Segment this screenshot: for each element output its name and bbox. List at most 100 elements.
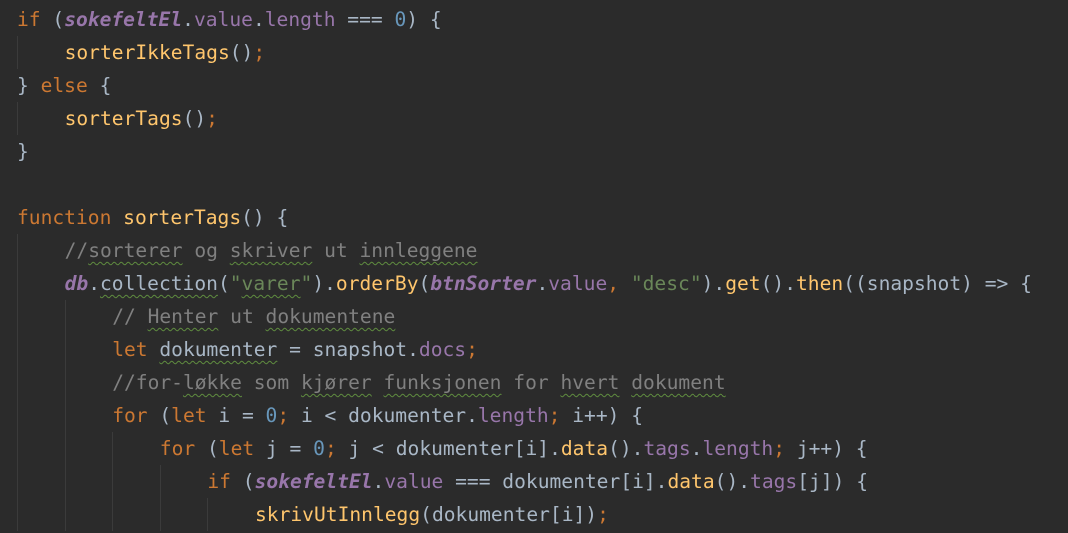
code-token: ).: [701, 272, 726, 295]
code-token: function: [17, 206, 112, 229]
code-token: orderBy: [335, 272, 419, 295]
code-token: (dokumenter[i]): [420, 503, 598, 526]
code-token: ((snapshot) => {: [843, 272, 1032, 295]
code-token: .: [536, 272, 549, 295]
code-token: collection: [99, 272, 218, 295]
code-token: (): [229, 41, 254, 64]
code-token: og: [182, 239, 230, 262]
code-token: hvert: [560, 371, 620, 394]
code-line[interactable]: for (let j = 0; j < dokumenter[i].data()…: [160, 432, 868, 465]
code-token: dokumenter: [159, 338, 278, 361]
code-line[interactable]: let dokumenter = snapshot.docs;: [112, 333, 478, 366]
code-token: ().: [608, 437, 644, 460]
code-token: .: [252, 8, 265, 31]
code-token: i < dokumenter.: [300, 404, 478, 427]
indent-guide: [17, 234, 18, 531]
code-token: data: [560, 437, 609, 460]
code-token: ut: [312, 239, 360, 262]
code-token: //: [112, 305, 148, 328]
code-token: ,: [607, 272, 631, 295]
indent-guide: [17, 36, 18, 69]
code-token: sokefeltEl: [64, 8, 183, 31]
code-token: j < dokumenter[i].: [348, 437, 561, 460]
code-token: (: [230, 470, 255, 493]
code-editor[interactable]: if (sokefeltEl.value.length === 0) {sort…: [0, 0, 1068, 533]
code-line[interactable]: if (sokefeltEl.value === dokumenter[i].d…: [207, 465, 868, 498]
code-token: varer: [241, 272, 301, 295]
code-line[interactable]: function sorterTags() {: [17, 201, 288, 234]
code-token: for: [112, 404, 148, 427]
code-token: for: [501, 371, 561, 394]
code-token: Henter: [147, 305, 219, 328]
code-token: btnSorter: [430, 272, 537, 295]
code-token: løkke: [182, 371, 242, 394]
code-line[interactable]: sorterTags();: [65, 102, 218, 135]
code-token: if: [17, 8, 41, 31]
code-token: [j]) {: [797, 470, 869, 493]
code-token: ;: [277, 404, 301, 427]
code-token: let: [218, 437, 255, 460]
code-token: tags: [643, 437, 691, 460]
code-token: ().: [714, 470, 751, 493]
code-token: dokumentene: [265, 305, 396, 328]
code-token: ;: [548, 404, 573, 427]
code-line[interactable]: //sorterer og skriver ut innleggene: [65, 234, 478, 267]
code-line[interactable]: for (let i = 0; i < dokumenter.length; i…: [112, 399, 643, 432]
code-token: === dokumenter[i].: [443, 470, 668, 493]
code-token: data: [667, 470, 715, 493]
code-token: 0: [265, 404, 278, 427]
code-line[interactable]: skrivUtInnlegg(dokumenter[i]);: [255, 498, 609, 531]
code-token: //for-: [112, 371, 183, 394]
code-token: (: [418, 272, 431, 295]
code-token: then: [796, 272, 844, 295]
code-line[interactable]: db.collection("varer").orderBy(btnSorter…: [65, 267, 1032, 300]
code-token: else: [40, 74, 88, 97]
code-token: dokument: [631, 371, 726, 394]
code-token: .: [372, 470, 385, 493]
code-line[interactable]: }: [17, 135, 29, 168]
code-token: i =: [206, 404, 266, 427]
code-token: ) {: [406, 8, 442, 31]
code-token: ": [300, 272, 313, 295]
code-token: 0: [394, 8, 407, 31]
code-token: ": [229, 272, 242, 295]
code-token: tags: [750, 470, 798, 493]
code-token: length: [477, 404, 549, 427]
code-token: db: [64, 272, 89, 295]
code-token: value: [384, 470, 444, 493]
code-token: ;: [773, 437, 797, 460]
code-line[interactable]: if (sokefeltEl.value.length === 0) {: [17, 3, 442, 36]
code-token: j =: [254, 437, 314, 460]
code-token: kjører: [300, 371, 372, 394]
code-token: }: [17, 140, 29, 163]
code-token: ;: [466, 338, 478, 361]
code-token: sorterIkkeTags: [64, 41, 230, 64]
indent-guide: [17, 102, 18, 135]
code-token: {: [87, 74, 112, 97]
code-line[interactable]: } else {: [17, 69, 111, 102]
code-line[interactable]: sorterIkkeTags();: [65, 36, 266, 69]
code-token: let: [112, 338, 148, 361]
code-token: som: [241, 371, 301, 394]
code-token: for: [159, 437, 196, 460]
code-line[interactable]: // Henter ut dokumentene: [112, 300, 395, 333]
indent-guide: [207, 498, 209, 531]
code-token: j++) {: [796, 437, 868, 460]
code-token: (): [182, 107, 207, 130]
code-line[interactable]: //for-løkke som kjører funksjonen for hv…: [112, 366, 725, 399]
code-token: = snapshot.: [277, 338, 419, 361]
code-token: () {: [241, 206, 289, 229]
code-token: docs: [418, 338, 467, 361]
code-token: get: [725, 272, 761, 295]
code-token: (: [217, 272, 230, 295]
code-token: skrivUtInnlegg: [255, 503, 421, 526]
code-token: (: [40, 8, 65, 31]
indent-guide: [64, 300, 66, 531]
code-token: 0: [313, 437, 325, 460]
code-token: .: [182, 8, 194, 31]
code-token: length: [702, 437, 774, 460]
code-token: ut: [218, 305, 266, 328]
code-token: ;: [206, 107, 218, 130]
